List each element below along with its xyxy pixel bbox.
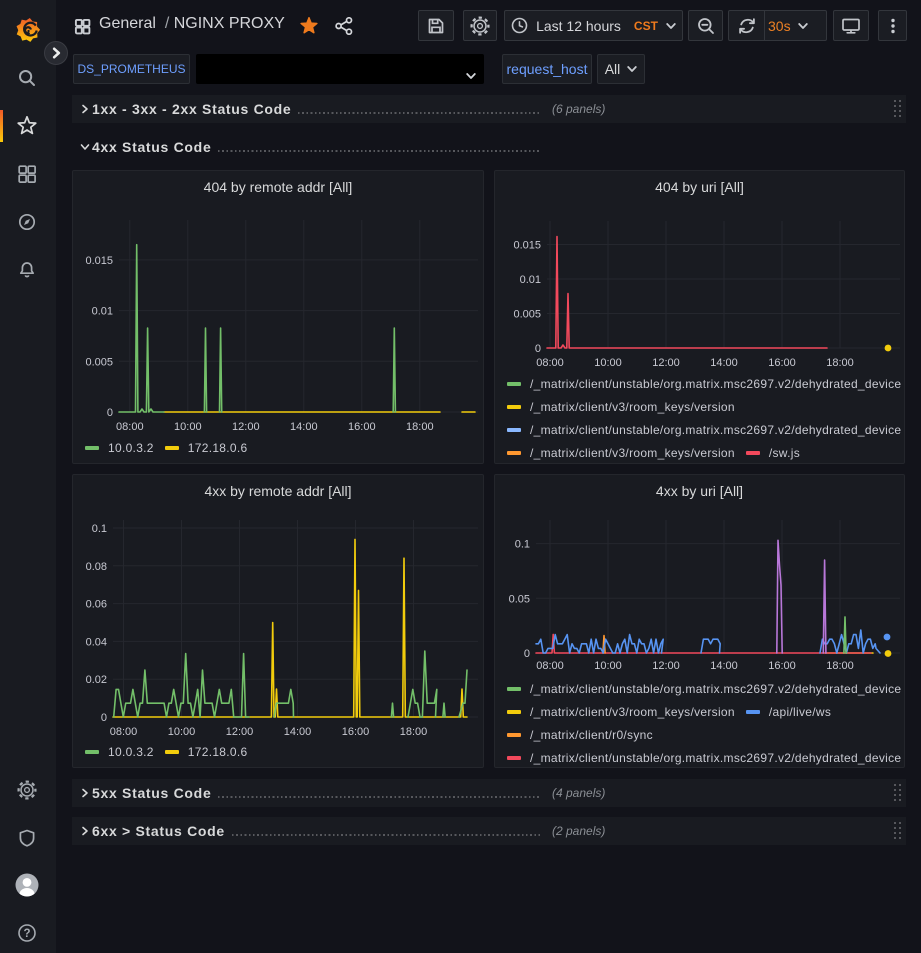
svg-text:0: 0	[535, 343, 541, 355]
svg-text:14:00: 14:00	[710, 660, 738, 672]
svg-text:10:00: 10:00	[168, 726, 196, 738]
svg-text:0.01: 0.01	[92, 306, 113, 318]
svg-text:12:00: 12:00	[232, 421, 260, 433]
svg-text:10:00: 10:00	[594, 357, 622, 369]
svg-text:0.015: 0.015	[85, 255, 113, 267]
svg-text:10:00: 10:00	[594, 660, 622, 672]
svg-text:0.05: 0.05	[509, 593, 530, 605]
svg-text:16:00: 16:00	[768, 660, 796, 672]
svg-text:0.1: 0.1	[92, 523, 107, 535]
svg-text:08:00: 08:00	[116, 421, 144, 433]
svg-text:18:00: 18:00	[406, 421, 434, 433]
svg-text:0.08: 0.08	[86, 561, 107, 573]
svg-text:0.1: 0.1	[515, 539, 530, 551]
svg-text:16:00: 16:00	[768, 357, 796, 369]
svg-text:08:00: 08:00	[536, 357, 564, 369]
svg-text:14:00: 14:00	[284, 726, 312, 738]
svg-text:08:00: 08:00	[536, 660, 564, 672]
svg-text:14:00: 14:00	[710, 357, 738, 369]
svg-text:0.005: 0.005	[85, 356, 113, 368]
svg-text:0.01: 0.01	[520, 274, 541, 286]
svg-text:0.04: 0.04	[86, 636, 107, 648]
svg-text:12:00: 12:00	[652, 357, 680, 369]
svg-text:?: ?	[23, 928, 30, 940]
svg-text:10:00: 10:00	[174, 421, 202, 433]
svg-text:0: 0	[524, 648, 530, 660]
svg-text:0: 0	[101, 712, 107, 724]
svg-text:18:00: 18:00	[400, 726, 428, 738]
svg-text:16:00: 16:00	[348, 421, 376, 433]
svg-text:08:00: 08:00	[110, 726, 138, 738]
svg-text:0.02: 0.02	[86, 674, 107, 686]
svg-text:12:00: 12:00	[226, 726, 254, 738]
svg-text:0.005: 0.005	[513, 309, 541, 321]
svg-text:14:00: 14:00	[290, 421, 318, 433]
svg-text:18:00: 18:00	[826, 357, 854, 369]
svg-text:18:00: 18:00	[826, 660, 854, 672]
svg-text:12:00: 12:00	[652, 660, 680, 672]
svg-text:0: 0	[107, 407, 113, 419]
svg-text:16:00: 16:00	[342, 726, 370, 738]
svg-text:0.015: 0.015	[513, 240, 541, 252]
svg-text:0.06: 0.06	[86, 599, 107, 611]
